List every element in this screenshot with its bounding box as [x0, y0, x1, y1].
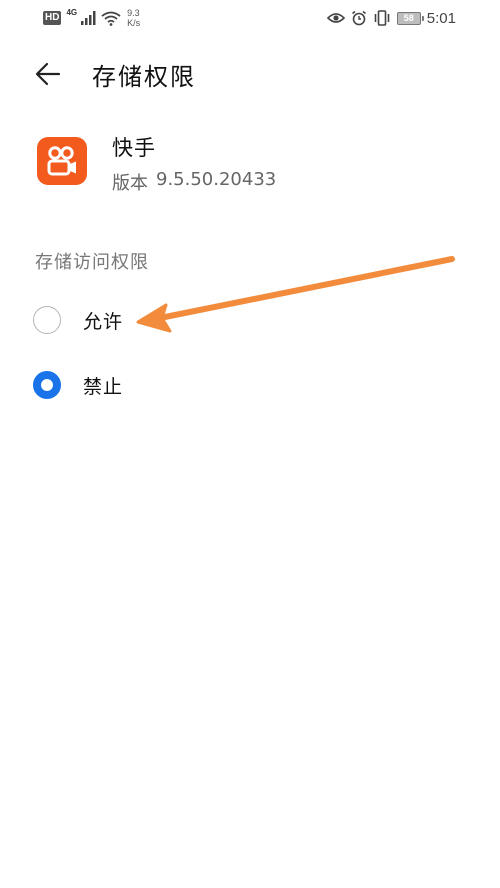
battery-icon: 58 — [396, 11, 424, 25]
alarm-icon — [351, 10, 366, 26]
network-type: 4G — [66, 7, 78, 17]
app-version: 版本 9.5.50.20433 — [112, 169, 276, 195]
back-button[interactable] — [32, 58, 64, 90]
option-allow[interactable]: 允许 — [33, 300, 333, 340]
back-arrow-icon — [35, 62, 61, 86]
version-number: 9.5.50.20433 — [156, 169, 277, 190]
app-icon — [37, 137, 87, 185]
wifi-icon — [101, 11, 121, 26]
speed-value: 9.3 — [127, 8, 140, 18]
status-bar: HD 4G 9.3 K/s 58 5:01 — [0, 0, 500, 34]
option-deny[interactable]: 禁止 — [33, 365, 333, 405]
option-allow-label: 允许 — [83, 310, 124, 333]
vibrate-icon — [374, 10, 390, 26]
hd-badge: HD — [43, 11, 62, 25]
status-left: HD 4G 9.3 K/s — [43, 6, 140, 30]
annotation-arrow-icon — [136, 256, 455, 333]
battery-level: 58 — [403, 12, 414, 23]
network-speed: 9.3 K/s — [127, 8, 140, 28]
radio-allow[interactable] — [33, 306, 61, 334]
status-right: 58 5:01 — [326, 7, 456, 29]
page-title: 存储权限 — [92, 63, 196, 91]
radio-deny[interactable] — [33, 371, 61, 399]
clock: 5:01 — [426, 9, 456, 27]
signal-icon — [81, 11, 96, 25]
battery-tip — [421, 15, 424, 21]
option-deny-label: 禁止 — [83, 375, 124, 398]
kuaishou-logo-icon — [47, 146, 76, 176]
app-name: 快手 — [112, 136, 156, 160]
version-label: 版本 — [112, 173, 148, 194]
eye-icon — [326, 13, 345, 23]
section-title: 存储访问权限 — [35, 252, 149, 273]
app-bar: 存储权限 — [0, 50, 500, 98]
speed-unit: K/s — [127, 18, 141, 28]
